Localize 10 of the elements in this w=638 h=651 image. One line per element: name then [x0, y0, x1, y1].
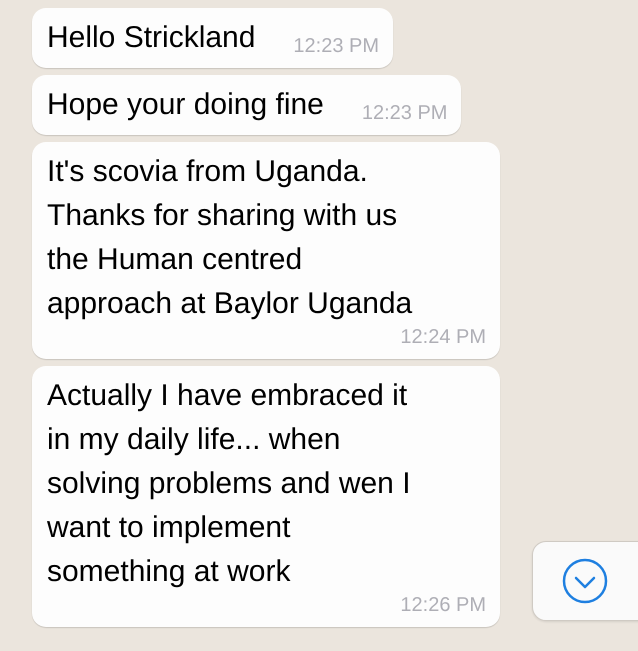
message-time: 12:26 PM [400, 594, 486, 618]
message-time: 12:24 PM [400, 326, 486, 350]
scroll-down-button[interactable] [532, 541, 638, 621]
message-time: 12:23 PM [362, 102, 448, 126]
chevron-down-icon [562, 558, 608, 604]
message-text: Actually I have embraced it in my daily life... when solving problems and wen I want to implement something at work [47, 378, 411, 590]
message-text: Hello Strickland [47, 20, 256, 56]
message-text: It's scovia from Uganda. Thanks for sharing with us the Human centred approach at Baylor Uganda [47, 154, 412, 322]
message-text: Hope your doing fine [47, 87, 324, 123]
message-time: 12:23 PM [293, 35, 380, 59]
